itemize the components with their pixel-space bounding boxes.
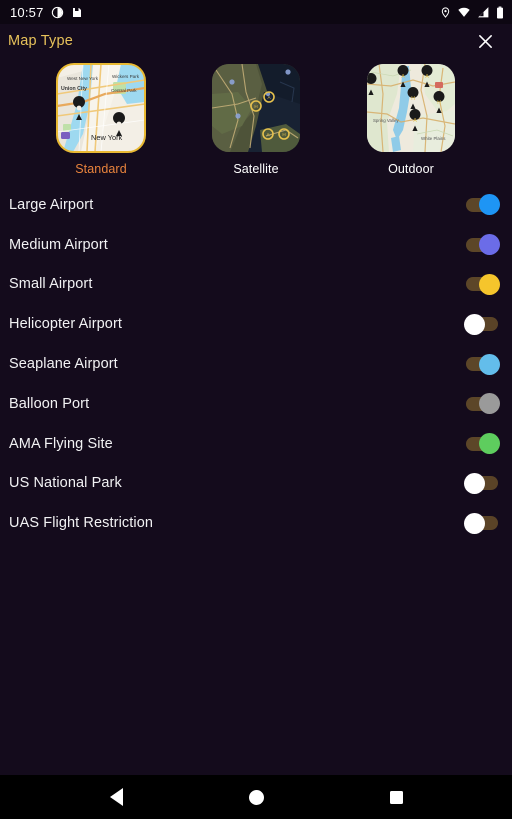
- layer-label-large-airport: Large Airport: [9, 196, 94, 213]
- home-circle-icon: [248, 789, 264, 805]
- svg-text:H: H: [282, 132, 285, 137]
- svg-text:Union City: Union City: [61, 86, 87, 92]
- close-icon: [478, 34, 492, 48]
- svg-text:Central Park: Central Park: [111, 88, 137, 93]
- android-navigation-bar: [0, 775, 512, 819]
- layer-row-medium-airport: Medium Airport: [0, 225, 512, 265]
- layer-label-uas-flight-restriction: UAS Flight Restriction: [9, 515, 154, 532]
- toggle-knob: [464, 472, 485, 494]
- svg-text:White Plains: White Plains: [421, 136, 446, 141]
- cellular-signal-icon: [478, 6, 489, 17]
- layer-label-medium-airport: Medium Airport: [9, 236, 108, 253]
- toggle-knob: [464, 313, 485, 335]
- recents-square-icon: [389, 790, 403, 804]
- map-type-label-standard: Standard: [75, 162, 127, 176]
- map-type-option-standard[interactable]: West New York Union City Wickers Park Ce…: [55, 63, 147, 176]
- layer-row-ama-flying-site: AMA Flying Site: [0, 424, 512, 464]
- map-type-option-outdoor[interactable]: AA HH A Spring Valley White Plains Outdo…: [365, 64, 457, 176]
- map-type-label-satellite: Satellite: [233, 162, 279, 176]
- layer-toggle-balloon-port[interactable]: [466, 393, 500, 415]
- battery-icon: [497, 6, 503, 18]
- layer-label-balloon-port: Balloon Port: [9, 395, 90, 412]
- layer-label-helicopter-airport: Helicopter Airport: [9, 316, 123, 333]
- toggle-knob: [479, 234, 500, 256]
- toggle-knob: [479, 433, 500, 455]
- map-type-thumbnail-standard: West New York Union City Wickers Park Ce…: [56, 63, 146, 153]
- svg-text:New York: New York: [91, 133, 123, 142]
- map-type-label-outdoor: Outdoor: [388, 162, 434, 176]
- close-button[interactable]: [472, 28, 498, 54]
- layer-toggle-ama-flying-site[interactable]: [466, 433, 500, 455]
- page-title: Map Type: [8, 33, 74, 49]
- svg-text:H: H: [437, 100, 441, 106]
- svg-text:Spring Valley: Spring Valley: [373, 118, 399, 123]
- toggle-knob: [479, 393, 500, 415]
- layer-toggle-medium-airport[interactable]: [466, 234, 500, 256]
- contrast-icon: [51, 6, 63, 18]
- map-type-option-satellite[interactable]: AH AH Satellite: [210, 64, 302, 176]
- toggle-knob: [479, 194, 500, 216]
- svg-text:West New York: West New York: [67, 76, 99, 81]
- status-bar-clock: 10:57: [10, 4, 44, 20]
- location-pin-icon: [441, 6, 450, 18]
- map-type-thumbnail-satellite: AH AH: [212, 64, 300, 152]
- layer-label-seaplane-airport: Seaplane Airport: [9, 356, 118, 373]
- status-bar-left: 10:57: [10, 5, 83, 20]
- layer-label-us-national-park: US National Park: [9, 475, 122, 492]
- layer-toggle-list: Large Airport Medium Airport Small Airpo…: [0, 185, 512, 543]
- nav-home-button[interactable]: [239, 780, 273, 814]
- layer-row-small-airport: Small Airport: [0, 265, 512, 305]
- layer-toggle-small-airport[interactable]: [466, 273, 500, 295]
- svg-text:H: H: [254, 104, 257, 109]
- status-bar: 10:57: [0, 0, 512, 24]
- layer-row-balloon-port: Balloon Port: [0, 384, 512, 424]
- layer-label-small-airport: Small Airport: [9, 276, 93, 293]
- nav-back-button[interactable]: [99, 780, 133, 814]
- layer-row-large-airport: Large Airport: [0, 185, 512, 225]
- svg-text:Wickers Park: Wickers Park: [112, 74, 140, 79]
- layer-toggle-us-national-park[interactable]: [464, 472, 498, 494]
- satellite-map-preview: AH AH: [212, 64, 300, 152]
- toggle-knob: [464, 512, 485, 534]
- layer-row-uas-flight-restriction: UAS Flight Restriction: [0, 503, 512, 543]
- back-triangle-icon: [109, 788, 123, 806]
- status-bar-right: [440, 6, 504, 19]
- toggle-knob: [479, 273, 500, 295]
- map-type-screen: 10:57 Map Type West New York Union City …: [0, 0, 512, 819]
- map-type-selector: West New York Union City Wickers Park Ce…: [0, 63, 512, 176]
- toggle-knob: [479, 353, 500, 375]
- map-type-thumbnail-outdoor: AA HH A Spring Valley White Plains: [367, 64, 455, 152]
- save-icon: [72, 7, 81, 17]
- layer-label-ama-flying-site: AMA Flying Site: [9, 435, 113, 452]
- svg-text:H: H: [411, 96, 415, 102]
- standard-map-preview: West New York Union City Wickers Park Ce…: [57, 64, 145, 152]
- layer-toggle-large-airport[interactable]: [466, 194, 500, 216]
- layer-row-helicopter-airport: Helicopter Airport: [0, 304, 512, 344]
- layer-toggle-helicopter-airport[interactable]: [464, 313, 498, 335]
- nav-recents-button[interactable]: [379, 780, 413, 814]
- wifi-icon: [458, 7, 470, 17]
- layer-row-seaplane-airport: Seaplane Airport: [0, 344, 512, 384]
- layer-row-us-national-park: US National Park: [0, 464, 512, 504]
- layer-toggle-seaplane-airport[interactable]: [466, 353, 500, 375]
- dialog-header: Map Type: [0, 24, 512, 58]
- layer-toggle-uas-flight-restriction[interactable]: [464, 512, 498, 534]
- outdoor-map-preview: AA HH A Spring Valley White Plains: [367, 64, 455, 152]
